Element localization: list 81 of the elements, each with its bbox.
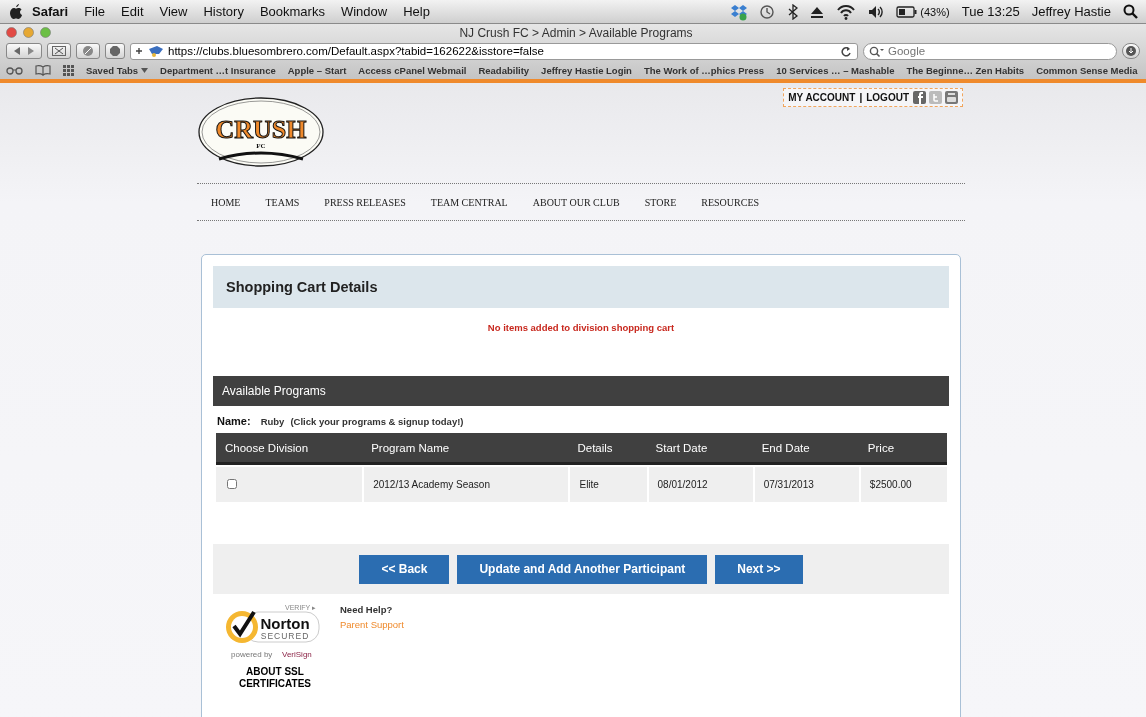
bookmark-item[interactable]: Saved Tabs xyxy=(86,64,149,76)
column-header: End Date xyxy=(752,433,859,465)
add-icon[interactable] xyxy=(134,46,144,56)
apple-icon[interactable] xyxy=(8,3,24,20)
wifi-icon[interactable] xyxy=(836,3,857,20)
search-icon xyxy=(869,45,884,58)
name-value: Ruby xyxy=(260,416,285,427)
clock-icon[interactable] xyxy=(759,3,776,20)
close-button[interactable] xyxy=(6,27,17,38)
column-header: Details xyxy=(568,433,647,465)
nav-link[interactable]: ABOUT OUR CLUB xyxy=(532,196,620,208)
menu-item[interactable]: File xyxy=(76,4,114,19)
bookmark-item[interactable]: Apple – Start xyxy=(287,64,347,76)
back-icon xyxy=(14,47,21,55)
feather-button[interactable] xyxy=(76,43,100,59)
bookmark-item[interactable]: Access cPanel Webmail xyxy=(358,64,467,76)
caret-icon xyxy=(141,67,149,73)
bookmark-item[interactable]: Jeffrey Hastie Login xyxy=(541,64,632,76)
reading-list-icon[interactable] xyxy=(6,65,23,75)
table-cell: Elite xyxy=(568,465,647,502)
downloads-button[interactable] xyxy=(1122,43,1140,59)
menu-item[interactable]: Bookmarks xyxy=(251,4,333,19)
logout-link[interactable]: LOGOUT xyxy=(866,92,909,103)
grid-icon[interactable] xyxy=(63,64,74,76)
nav-link[interactable]: HOME xyxy=(211,196,241,208)
column-header: Price xyxy=(858,433,947,465)
nav-link[interactable]: PRESS RELEASES xyxy=(324,196,406,208)
menu-item[interactable]: View xyxy=(151,4,196,19)
search-field[interactable]: Google xyxy=(863,42,1117,60)
panel-title: Shopping Cart Details xyxy=(213,266,949,308)
hint-text: (Click your programs & signup today!) xyxy=(290,416,464,427)
menu-item[interactable]: Help xyxy=(395,4,438,19)
nav-link[interactable]: RESOURCES xyxy=(701,196,760,208)
my-account-link[interactable]: MY ACCOUNT xyxy=(788,92,856,103)
facebook-icon[interactable] xyxy=(913,91,926,104)
menu-item[interactable]: History xyxy=(195,4,252,19)
bluetooth-icon[interactable] xyxy=(787,3,799,20)
clip-icon xyxy=(52,46,66,56)
ssl-link[interactable]: ABOUT SSL CERTIFICATES xyxy=(230,666,320,690)
forward-icon xyxy=(27,47,34,55)
nav-link[interactable]: STORE xyxy=(644,196,677,208)
bookmark-item[interactable]: The Beginne… Zen Habits xyxy=(906,64,1025,76)
table-cell: 2012/13 Academy Season xyxy=(362,465,569,502)
table-cell: $2500.00 xyxy=(858,465,947,502)
menu-item[interactable]: Edit xyxy=(113,4,152,19)
battery-icon[interactable] xyxy=(896,4,918,19)
bookmark-item[interactable]: Common Sense Media xyxy=(1036,64,1138,76)
bookmark-item[interactable]: Department …t Insurance xyxy=(160,64,276,76)
back-forward-button[interactable] xyxy=(6,43,42,59)
search-icon[interactable] xyxy=(1123,4,1138,19)
window-title: NJ Crush FC > Admin > Available Programs xyxy=(459,25,693,40)
column-header: Program Name xyxy=(362,433,569,465)
name-label: Name: xyxy=(217,415,251,427)
bookmarks-icon[interactable] xyxy=(35,64,51,76)
reload-icon[interactable] xyxy=(840,45,851,57)
separator-text: | xyxy=(859,92,863,103)
division-checkbox[interactable] xyxy=(227,478,237,489)
table-cell: 07/31/2013 xyxy=(752,465,859,502)
bookmark-item[interactable]: Readability xyxy=(478,64,530,76)
update-add-button[interactable]: Update and Add Another Participant xyxy=(457,554,708,584)
clip-button[interactable] xyxy=(47,43,71,59)
menu-item[interactable]: Safari xyxy=(24,4,77,19)
nav-link[interactable]: TEAM CENTRAL xyxy=(430,196,508,208)
back-button[interactable]: << Back xyxy=(359,554,450,584)
nav-link[interactable]: TEAMS xyxy=(265,196,300,208)
bookmark-item[interactable]: The Work of …phics Press xyxy=(643,64,765,76)
bookmark-item[interactable]: 10 Services … – Mashable xyxy=(776,64,895,76)
next-button[interactable]: Next >> xyxy=(715,554,803,584)
table-cell: 08/01/2012 xyxy=(646,465,753,502)
stop-button[interactable] xyxy=(105,43,125,59)
user-name[interactable]: Jeffrey Hastie xyxy=(1031,4,1111,19)
stop-icon xyxy=(109,45,121,57)
help-title: Need Help? xyxy=(340,604,394,615)
site-favicon-icon xyxy=(148,44,164,58)
empty-cart-message: No items added to division shopping cart xyxy=(486,322,676,333)
battery-percent: (43%) xyxy=(920,5,950,18)
column-header: Start Date xyxy=(646,433,753,465)
menu-item[interactable]: Window xyxy=(332,4,396,19)
column-header: Choose Division xyxy=(216,433,363,465)
section-header: Available Programs xyxy=(213,376,949,406)
clock-text[interactable]: Tue 13:25 xyxy=(961,4,1020,19)
